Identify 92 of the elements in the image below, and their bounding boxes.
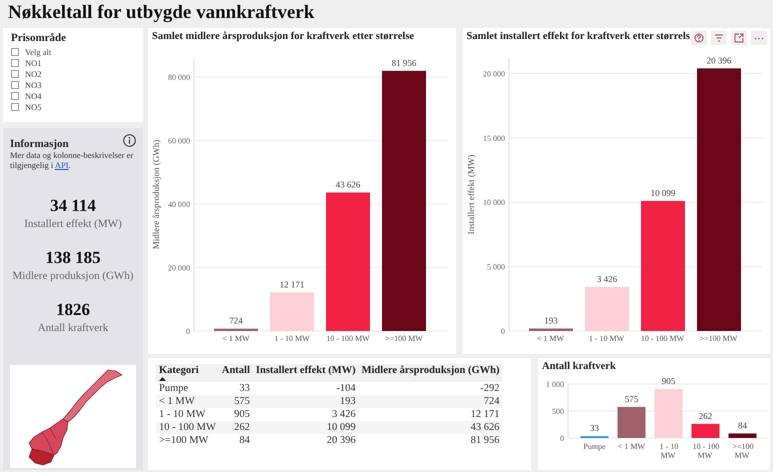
category-label: 10 - 100 MW bbox=[325, 334, 371, 343]
table-cell: 84 bbox=[239, 435, 250, 446]
table-cell: 10 099 bbox=[326, 422, 356, 433]
axis-tick-label: 80 000 bbox=[168, 73, 190, 82]
checkbox-label: NO1 bbox=[25, 58, 42, 68]
table-cell: 81 956 bbox=[470, 435, 500, 446]
data-label: 262 bbox=[698, 410, 712, 421]
kpi-value: 34 114 bbox=[50, 196, 96, 216]
checkbox[interactable] bbox=[11, 58, 19, 66]
data-label: 33 bbox=[590, 423, 599, 434]
checkbox[interactable] bbox=[11, 102, 19, 110]
table-cell: -104 bbox=[336, 383, 356, 394]
data-label: 10 099 bbox=[650, 188, 675, 198]
data-label: 20 396 bbox=[706, 55, 731, 66]
table-cell: 193 bbox=[340, 396, 356, 407]
category-label: < 1 MW bbox=[536, 334, 566, 343]
checkbox[interactable] bbox=[11, 92, 19, 100]
page-title: Nøkkeltall for utbygde vannkraftverk bbox=[7, 1, 316, 25]
category-label: 1 - 10 MW bbox=[273, 334, 311, 343]
info-icon[interactable] bbox=[123, 134, 136, 147]
table-cell: 1 - 10 MW bbox=[159, 409, 206, 420]
checkbox[interactable] bbox=[11, 70, 19, 78]
chart-title: Samlet installert effekt for kraftverk etter størrels bbox=[466, 30, 691, 44]
info-title: Informasjon bbox=[10, 138, 69, 150]
kpi-label: Antall kraftverk bbox=[38, 322, 108, 334]
checkbox-label: NO2 bbox=[25, 68, 42, 78]
axis-tick-label: 60 000 bbox=[168, 136, 190, 146]
api-link[interactable]: API bbox=[54, 160, 69, 170]
kpi-value: 138 185 bbox=[45, 248, 101, 268]
axis-tick-label: 0 bbox=[500, 327, 504, 334]
data-label: 3 426 bbox=[596, 274, 617, 284]
expand-icon[interactable] bbox=[731, 31, 747, 45]
category-label: Pumpe bbox=[582, 442, 607, 451]
data-label: 193 bbox=[544, 316, 558, 326]
axis-tick-label: 1 000 bbox=[546, 380, 564, 389]
category-label: 1 - 10 MW bbox=[588, 334, 626, 343]
info-description: Mer data og kolonne-beskrivelser er tilgjengelig i API. bbox=[10, 150, 134, 170]
table-cell: < 1 MW bbox=[159, 396, 195, 407]
data-label: 81 956 bbox=[392, 58, 416, 68]
category-label: < 1 MW bbox=[221, 334, 251, 343]
table-cell: 33 bbox=[239, 383, 250, 394]
data-label: 12 171 bbox=[280, 279, 304, 290]
table-cell: >=100 MW bbox=[159, 435, 208, 446]
kpi-label: Midlere produksjon (GWh) bbox=[12, 270, 134, 282]
table-cell: 3 426 bbox=[332, 409, 356, 420]
data-label: 43 626 bbox=[336, 180, 360, 190]
checkbox[interactable] bbox=[11, 48, 19, 56]
slicer-title: Prisområde bbox=[11, 32, 67, 44]
table-cell: 262 bbox=[234, 422, 250, 433]
axis-tick-label: 500 bbox=[552, 407, 564, 416]
table-cell: Pumpe bbox=[159, 383, 188, 394]
table-cell: 724 bbox=[484, 396, 500, 407]
chart-title: Samlet midlere årsproduksjon for kraftverk etter størrelse bbox=[151, 30, 416, 44]
data-label: 724 bbox=[229, 316, 243, 326]
category-label: 10 - 100 MW bbox=[692, 442, 720, 460]
category-label: 10 - 100 MW bbox=[640, 334, 686, 343]
axis-title: Installert effekt (MW) bbox=[466, 154, 476, 234]
table-cell: 12 171 bbox=[470, 409, 500, 420]
table-cell: 905 bbox=[234, 409, 250, 420]
axis-tick-label: 0 bbox=[186, 327, 190, 334]
checkbox-label: NO3 bbox=[25, 80, 42, 90]
sort-ascending-icon[interactable] bbox=[159, 377, 166, 381]
table-cell: 10 - 100 MW bbox=[159, 422, 216, 433]
axis-tick-label: 20 000 bbox=[168, 264, 190, 272]
category-label: 1 - 10 MW bbox=[658, 442, 678, 460]
kpi-value: 1826 bbox=[56, 300, 90, 320]
data-label: 905 bbox=[662, 377, 676, 386]
table-cell: 575 bbox=[234, 396, 250, 407]
category-label: < 1 MW bbox=[616, 442, 646, 451]
checkbox-label: Velg alt bbox=[25, 46, 52, 56]
axis-tick-label: 5 000 bbox=[486, 262, 504, 272]
checkbox-label: NO4 bbox=[25, 90, 42, 100]
axis-title: Midlere årsproduksjon (GWh) bbox=[151, 140, 161, 250]
kpi-label: Installert effekt (MW) bbox=[24, 218, 122, 230]
axis-tick-label: 10 000 bbox=[482, 198, 504, 208]
axis-tick-label: 40 000 bbox=[168, 200, 190, 210]
filter-icon[interactable] bbox=[711, 31, 727, 45]
category-label: >=100 MW bbox=[384, 334, 424, 343]
table-cell: -292 bbox=[480, 383, 500, 394]
category-label: >=100 MW bbox=[731, 442, 754, 460]
axis-tick-label: 15 000 bbox=[482, 134, 504, 143]
axis-tick-label: 20 000 bbox=[482, 69, 504, 78]
chart-title: Antall kraftverk bbox=[541, 360, 617, 374]
data-label: 84 bbox=[738, 420, 747, 430]
axis-tick-label: 0 bbox=[560, 434, 564, 442]
data-label: 575 bbox=[624, 394, 638, 404]
category-label: >=100 MW bbox=[698, 334, 738, 343]
table-cell: 43 626 bbox=[470, 422, 500, 433]
table-cell: 20 396 bbox=[326, 435, 356, 446]
checkbox[interactable] bbox=[11, 80, 19, 88]
checkbox-label: NO5 bbox=[25, 102, 42, 112]
help-icon[interactable] bbox=[691, 31, 707, 45]
